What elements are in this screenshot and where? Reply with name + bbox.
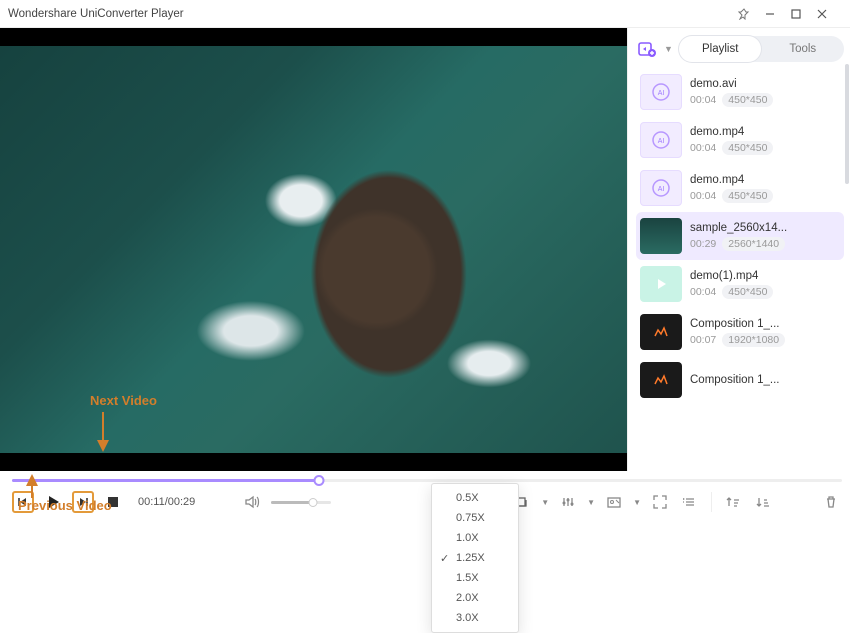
thumbnail-ai-icon: AI [640,74,682,110]
annotation-arrow-icon [95,410,115,460]
video-frame [0,46,627,453]
thumbnail-video-icon [640,218,682,254]
playlist-item[interactable]: Composition 1_... 00:07 1920*1080 [636,308,844,356]
annotation-next: Next Video [90,393,157,408]
playlist-list: AI demo.avi 00:04 450*450 AI demo.mp4 00:04 450… [636,68,844,465]
playlist-item-name: demo.mp4 [690,126,840,138]
sort-asc-button[interactable] [722,491,744,513]
speed-option[interactable]: 0.5X [432,488,518,508]
volume-icon[interactable] [241,491,263,513]
fullscreen-button[interactable] [649,491,671,513]
playlist-item-name: sample_2560x14... [690,222,840,234]
playlist-item-resolution: 2560*1440 [722,237,785,251]
svg-text:AI: AI [658,138,665,145]
playlist-item[interactable]: demo(1).mp4 00:04 450*450 [636,260,844,308]
playlist-item[interactable]: AI demo.avi 00:04 450*450 [636,68,844,116]
sidebar: ▼ Playlist Tools AIdemo.avi00:04450*450A… [627,28,850,471]
title-bar: Wondershare UniConverter Player [0,0,850,28]
playlist-item-resolution: 450*450 [722,189,773,203]
speed-option[interactable]: 3.0X [432,608,518,628]
playlist-item-duration: 00:04 [690,142,716,154]
playlist-item-resolution: 450*450 [722,285,773,299]
thumbnail-dark-icon [640,314,682,350]
volume-slider[interactable] [271,501,331,504]
playlist-item[interactable]: Composition 1_... [636,356,844,404]
playlist-item-name: demo.mp4 [690,174,840,186]
speed-option[interactable]: 2.0X [432,588,518,608]
playlist-item[interactable]: AI demo.mp4 00:04 450*450 [636,116,844,164]
playlist-toggle-button[interactable] [679,491,701,513]
minimize-icon[interactable] [764,8,790,20]
playlist-item-resolution: 450*450 [722,93,773,107]
progress-bar[interactable] [12,471,842,485]
speed-option[interactable]: 1.0X [432,528,518,548]
playlist-item[interactable]: AI demo.mp4 00:04 450*450 [636,164,844,212]
chevron-down-icon[interactable]: ▼ [664,44,673,54]
thumbnail-dark-icon [640,362,682,398]
playlist-item[interactable]: sample_2560x14... 00:29 2560*1440 [636,212,844,260]
speed-menu: 0.5X0.75X1.0X✓1.25X1.5X2.0X3.0X [431,483,519,633]
equalizer-button[interactable] [557,491,579,513]
playlist-item-duration: 00:04 [690,286,716,298]
close-icon[interactable] [816,8,842,20]
playlist-item-duration: 00:04 [690,94,716,106]
playlist-item-duration: 00:07 [690,334,716,346]
pin-icon[interactable] [738,8,764,20]
chevron-down-icon[interactable]: ▼ [633,498,641,507]
window-title: Wondershare UniConverter Player [8,8,184,20]
svg-text:AI: AI [658,90,665,97]
speed-option[interactable]: 0.75X [432,508,518,528]
svg-text:AI: AI [658,186,665,193]
speed-option[interactable]: 1.5X [432,568,518,588]
playlist-item-duration: 00:04 [690,190,716,202]
thumbnail-ai-icon: AI [640,170,682,206]
playlist-item-name: demo.avi [690,78,840,90]
playlist-item-duration: 00:29 [690,238,716,250]
media-controls: 00:11/00:29 1.25x ▼ ▼ ▼ ▼ [0,471,850,519]
snapshot-button[interactable] [603,491,625,513]
scrollbar[interactable] [845,64,849,184]
sort-desc-button[interactable] [752,491,774,513]
sidebar-tabs: Playlist Tools [679,36,844,62]
annotation-arrow-icon [24,472,44,502]
tab-tools[interactable]: Tools [761,36,844,62]
tab-playlist[interactable]: Playlist [679,36,762,62]
thumbnail-ai-icon: AI [640,122,682,158]
add-media-button[interactable] [636,38,658,60]
playlist-item-name: Composition 1_... [690,374,840,386]
speed-option[interactable]: ✓1.25X [432,548,518,568]
chevron-down-icon[interactable]: ▼ [541,498,549,507]
thumbnail-play-icon [640,266,682,302]
playlist-item-resolution: 1920*1080 [722,333,785,347]
chevron-down-icon[interactable]: ▼ [587,498,595,507]
timecode: 00:11/00:29 [138,496,195,508]
playlist-item-resolution: 450*450 [722,141,773,155]
playlist-item-name: demo(1).mp4 [690,270,840,282]
delete-button[interactable] [820,491,842,513]
maximize-icon[interactable] [790,8,816,20]
check-icon: ✓ [440,552,449,565]
playlist-item-name: Composition 1_... [690,318,840,330]
